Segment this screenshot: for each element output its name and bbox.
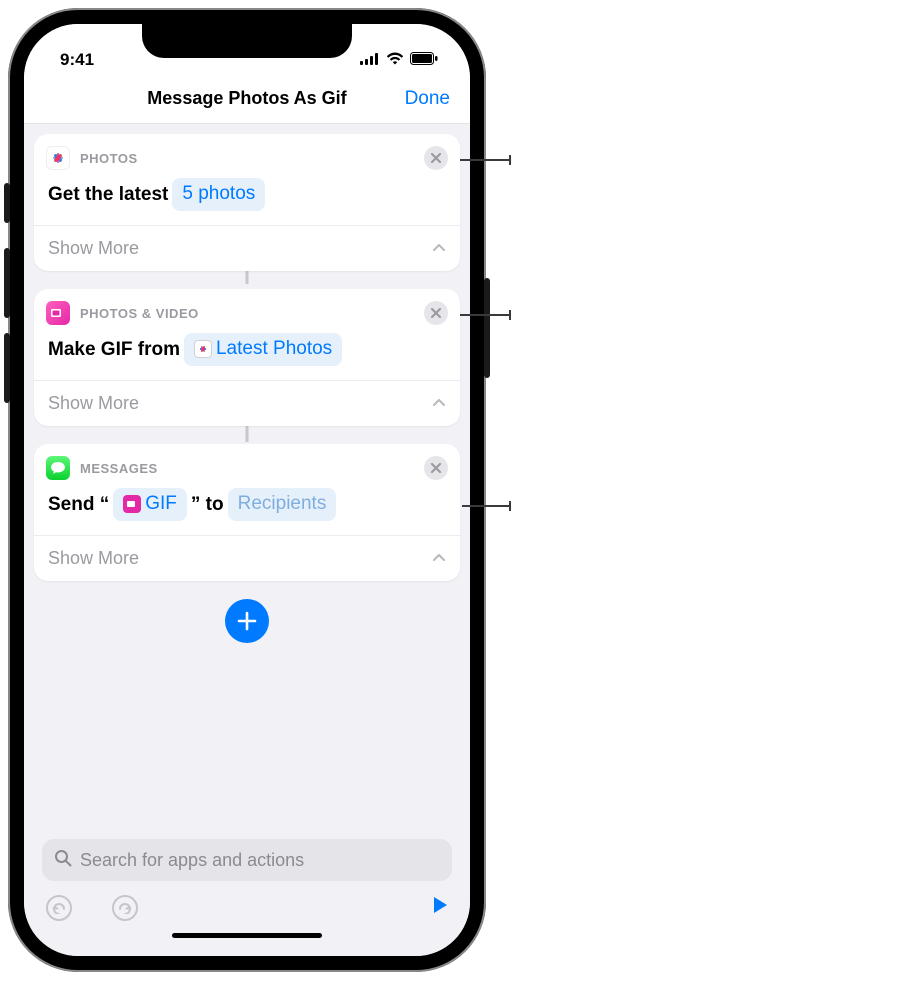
body-text: Get the latest (48, 180, 168, 210)
side-button-volume-up (4, 248, 10, 318)
plus-icon (236, 610, 258, 632)
chevron-up-icon (432, 395, 446, 413)
parameter-photo-count[interactable]: 5 photos (172, 178, 265, 211)
action-app-label: PHOTOS (80, 151, 424, 166)
iphone-frame: 9:41 Message Photos As Gif Done (8, 8, 486, 972)
callout-line (462, 505, 510, 507)
redo-button[interactable] (112, 895, 138, 921)
body-text: ” to (191, 490, 224, 520)
token-label: Latest Photos (216, 334, 332, 364)
parameter-input-variable[interactable]: Latest Photos (184, 333, 342, 366)
gif-chip-icon (123, 495, 141, 513)
action-card-photos[interactable]: PHOTOS Get the latest 5 photos Show More (34, 134, 460, 271)
body-text: Send “ (48, 490, 109, 520)
page-title: Message Photos As Gif (147, 88, 346, 109)
parameter-recipients[interactable]: Recipients (228, 488, 337, 521)
done-button[interactable]: Done (405, 88, 450, 110)
chevron-up-icon (432, 240, 446, 258)
close-icon (431, 308, 441, 318)
action-card-make-gif[interactable]: PHOTOS & VIDEO Make GIF from Latest Phot… (34, 289, 460, 426)
home-indicator (172, 933, 322, 938)
photos-chip-icon (194, 340, 212, 358)
token-label: 5 photos (182, 179, 255, 209)
close-icon (431, 463, 441, 473)
search-icon (54, 849, 72, 872)
parameter-message-content[interactable]: GIF (113, 488, 187, 521)
toolbar (42, 889, 452, 929)
show-more-button[interactable]: Show More (48, 548, 432, 569)
wifi-icon (386, 50, 404, 70)
undo-icon (52, 902, 66, 914)
action-card-send-message[interactable]: MESSAGES Send “ GIF ” to Reci (34, 444, 460, 581)
side-button-power (484, 278, 490, 378)
redo-icon (118, 902, 132, 914)
delete-action-button[interactable] (424, 456, 448, 480)
messages-app-icon (46, 456, 70, 480)
action-app-label: PHOTOS & VIDEO (80, 306, 424, 321)
undo-button[interactable] (46, 895, 72, 921)
chevron-up-icon (432, 550, 446, 568)
bottom-bar: Search for apps and actions (24, 839, 470, 956)
battery-icon (410, 50, 438, 70)
action-body: Make GIF from Latest Photos (34, 331, 460, 380)
token-label: GIF (145, 489, 177, 519)
add-action-button[interactable] (225, 599, 269, 643)
search-placeholder: Search for apps and actions (80, 850, 304, 871)
cellular-icon (360, 50, 380, 70)
body-text: Make GIF from (48, 335, 180, 365)
token-label: Recipients (238, 489, 327, 519)
status-right (360, 50, 438, 70)
screen: 9:41 Message Photos As Gif Done (24, 24, 470, 956)
side-button-volume-down (4, 333, 10, 403)
delete-action-button[interactable] (424, 301, 448, 325)
search-input[interactable]: Search for apps and actions (42, 839, 452, 881)
action-body: Get the latest 5 photos (34, 176, 460, 225)
action-app-label: MESSAGES (80, 461, 424, 476)
action-body: Send “ GIF ” to Recipients (34, 486, 460, 535)
notch (142, 24, 352, 58)
photosvideo-app-icon (46, 301, 70, 325)
delete-action-button[interactable] (424, 146, 448, 170)
close-icon (431, 153, 441, 163)
photos-app-icon (46, 146, 70, 170)
play-icon (432, 896, 448, 914)
show-more-button[interactable]: Show More (48, 238, 432, 259)
nav-bar: Message Photos As Gif Done (24, 74, 470, 124)
show-more-button[interactable]: Show More (48, 393, 432, 414)
shortcut-editor: PHOTOS Get the latest 5 photos Show More (24, 124, 470, 839)
side-button-silent (4, 183, 10, 223)
run-button[interactable] (432, 896, 448, 920)
status-time: 9:41 (60, 50, 94, 70)
